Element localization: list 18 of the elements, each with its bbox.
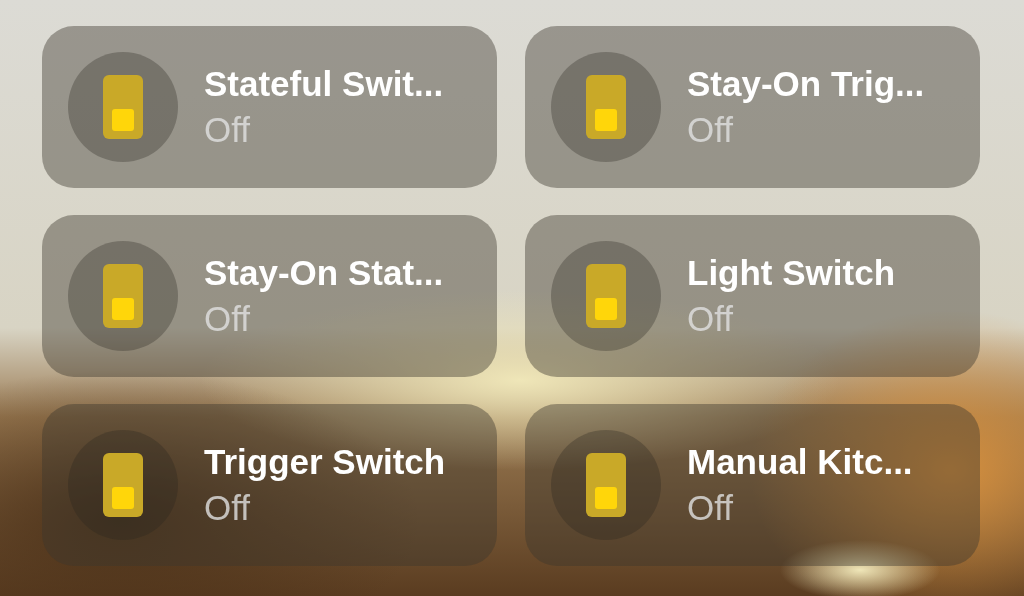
accessory-name: Stay-On Trig... [687, 63, 925, 105]
accessory-status: Off [204, 109, 252, 151]
accessory-status: Off [204, 487, 252, 529]
accessory-name: Stay-On Stat... [204, 252, 444, 294]
accessory-tile[interactable]: Stay-On Stat... Off [42, 215, 497, 377]
accessory-name: Stateful Swit... [204, 63, 444, 105]
accessory-tile[interactable]: Trigger Switch Off [42, 404, 497, 566]
accessory-status: Off [204, 298, 252, 340]
accessory-name: Manual Kitc... [687, 441, 913, 483]
accessory-tile[interactable]: Manual Kitc... Off [525, 404, 980, 566]
accessory-tile[interactable]: Stay-On Trig... Off [525, 26, 980, 188]
accessory-name: Trigger Switch [204, 441, 446, 483]
accessory-status: Off [687, 109, 735, 151]
accessory-tile[interactable]: Stateful Swit... Off [42, 26, 497, 188]
accessory-status: Off [687, 487, 735, 529]
accessory-status: Off [687, 298, 735, 340]
accessory-tile[interactable]: Light Switch Off [525, 215, 980, 377]
accessory-name: Light Switch [687, 252, 896, 294]
